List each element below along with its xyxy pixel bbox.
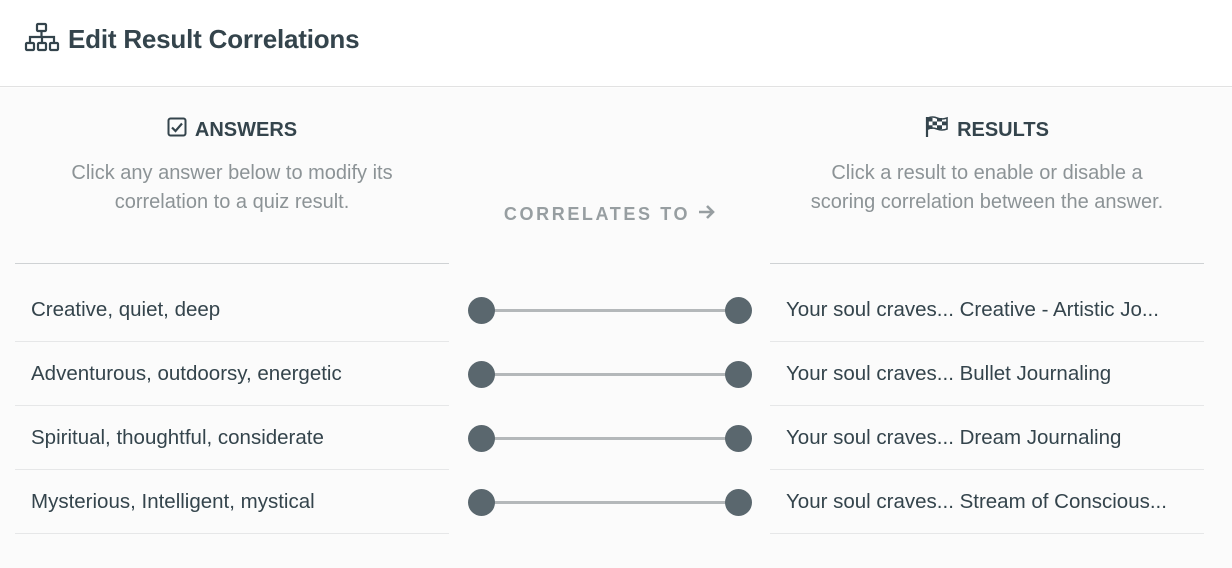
answers-heading: ANSWERS [194, 118, 298, 141]
page-title: Edit Result Correlations [68, 23, 360, 54]
correlation-link[interactable] [468, 488, 752, 516]
link-line [482, 309, 738, 312]
checkbox-icon [167, 117, 187, 143]
link-line [482, 373, 738, 376]
correlation-link[interactable] [468, 296, 752, 324]
correlation-editor: ANSWERS Click any answer below to modify… [0, 88, 1232, 568]
result-row[interactable]: Your soul craves... Creative - Artistic … [770, 278, 1204, 342]
results-heading: RESULTS [957, 118, 1049, 141]
result-label: Your soul craves... Bullet Journaling [786, 361, 1112, 385]
answers-description: Click any answer below to modify its cor… [71, 162, 393, 213]
divider [770, 263, 1204, 264]
result-row[interactable]: Your soul craves... Stream of Conscious.… [770, 470, 1204, 534]
answer-label: Adventurous, outdoorsy, energetic [31, 361, 342, 385]
answer-row[interactable]: Spiritual, thoughtful, considerate [15, 406, 449, 470]
sitemap-icon [24, 22, 60, 57]
correlation-link[interactable] [468, 360, 752, 388]
result-node[interactable] [725, 297, 752, 324]
answer-node[interactable] [468, 297, 495, 324]
result-label: Your soul craves... Stream of Conscious.… [786, 489, 1167, 513]
result-row[interactable]: Your soul craves... Bullet Journaling [770, 342, 1204, 406]
correlates-to-label: CORRELATES TO [470, 204, 750, 225]
answers-column-header: ANSWERS Click any answer below to modify… [15, 117, 449, 264]
answer-row[interactable]: Creative, quiet, deep [15, 278, 449, 342]
result-label: Your soul craves... Creative - Artistic … [786, 297, 1159, 321]
answer-label: Spiritual, thoughtful, considerate [31, 425, 324, 449]
answer-row[interactable]: Mysterious, Intelligent, mystical [15, 470, 449, 534]
checkered-flag-icon [925, 116, 949, 144]
answer-node[interactable] [468, 489, 495, 516]
result-node[interactable] [725, 489, 752, 516]
result-row[interactable]: Your soul craves... Dream Journaling [770, 406, 1204, 470]
answer-node[interactable] [468, 361, 495, 388]
link-line [482, 501, 738, 504]
result-node[interactable] [725, 361, 752, 388]
correlation-link[interactable] [468, 424, 752, 452]
results-description: Click a result to enable or disable a sc… [810, 162, 1164, 213]
results-column-header: RESULTS Click a result to enable or disa… [770, 116, 1204, 264]
result-node[interactable] [725, 425, 752, 452]
result-label: Your soul craves... Dream Journaling [786, 425, 1122, 449]
divider [15, 263, 449, 264]
answer-label: Creative, quiet, deep [31, 297, 221, 321]
link-line [482, 437, 738, 440]
arrow-right-icon [698, 204, 716, 225]
page-header: Edit Result Correlations [0, 0, 1232, 87]
answer-label: Mysterious, Intelligent, mystical [31, 489, 315, 513]
answer-row[interactable]: Adventurous, outdoorsy, energetic [15, 342, 449, 406]
answer-node[interactable] [468, 425, 495, 452]
page-title-group: Edit Result Correlations [24, 22, 360, 57]
